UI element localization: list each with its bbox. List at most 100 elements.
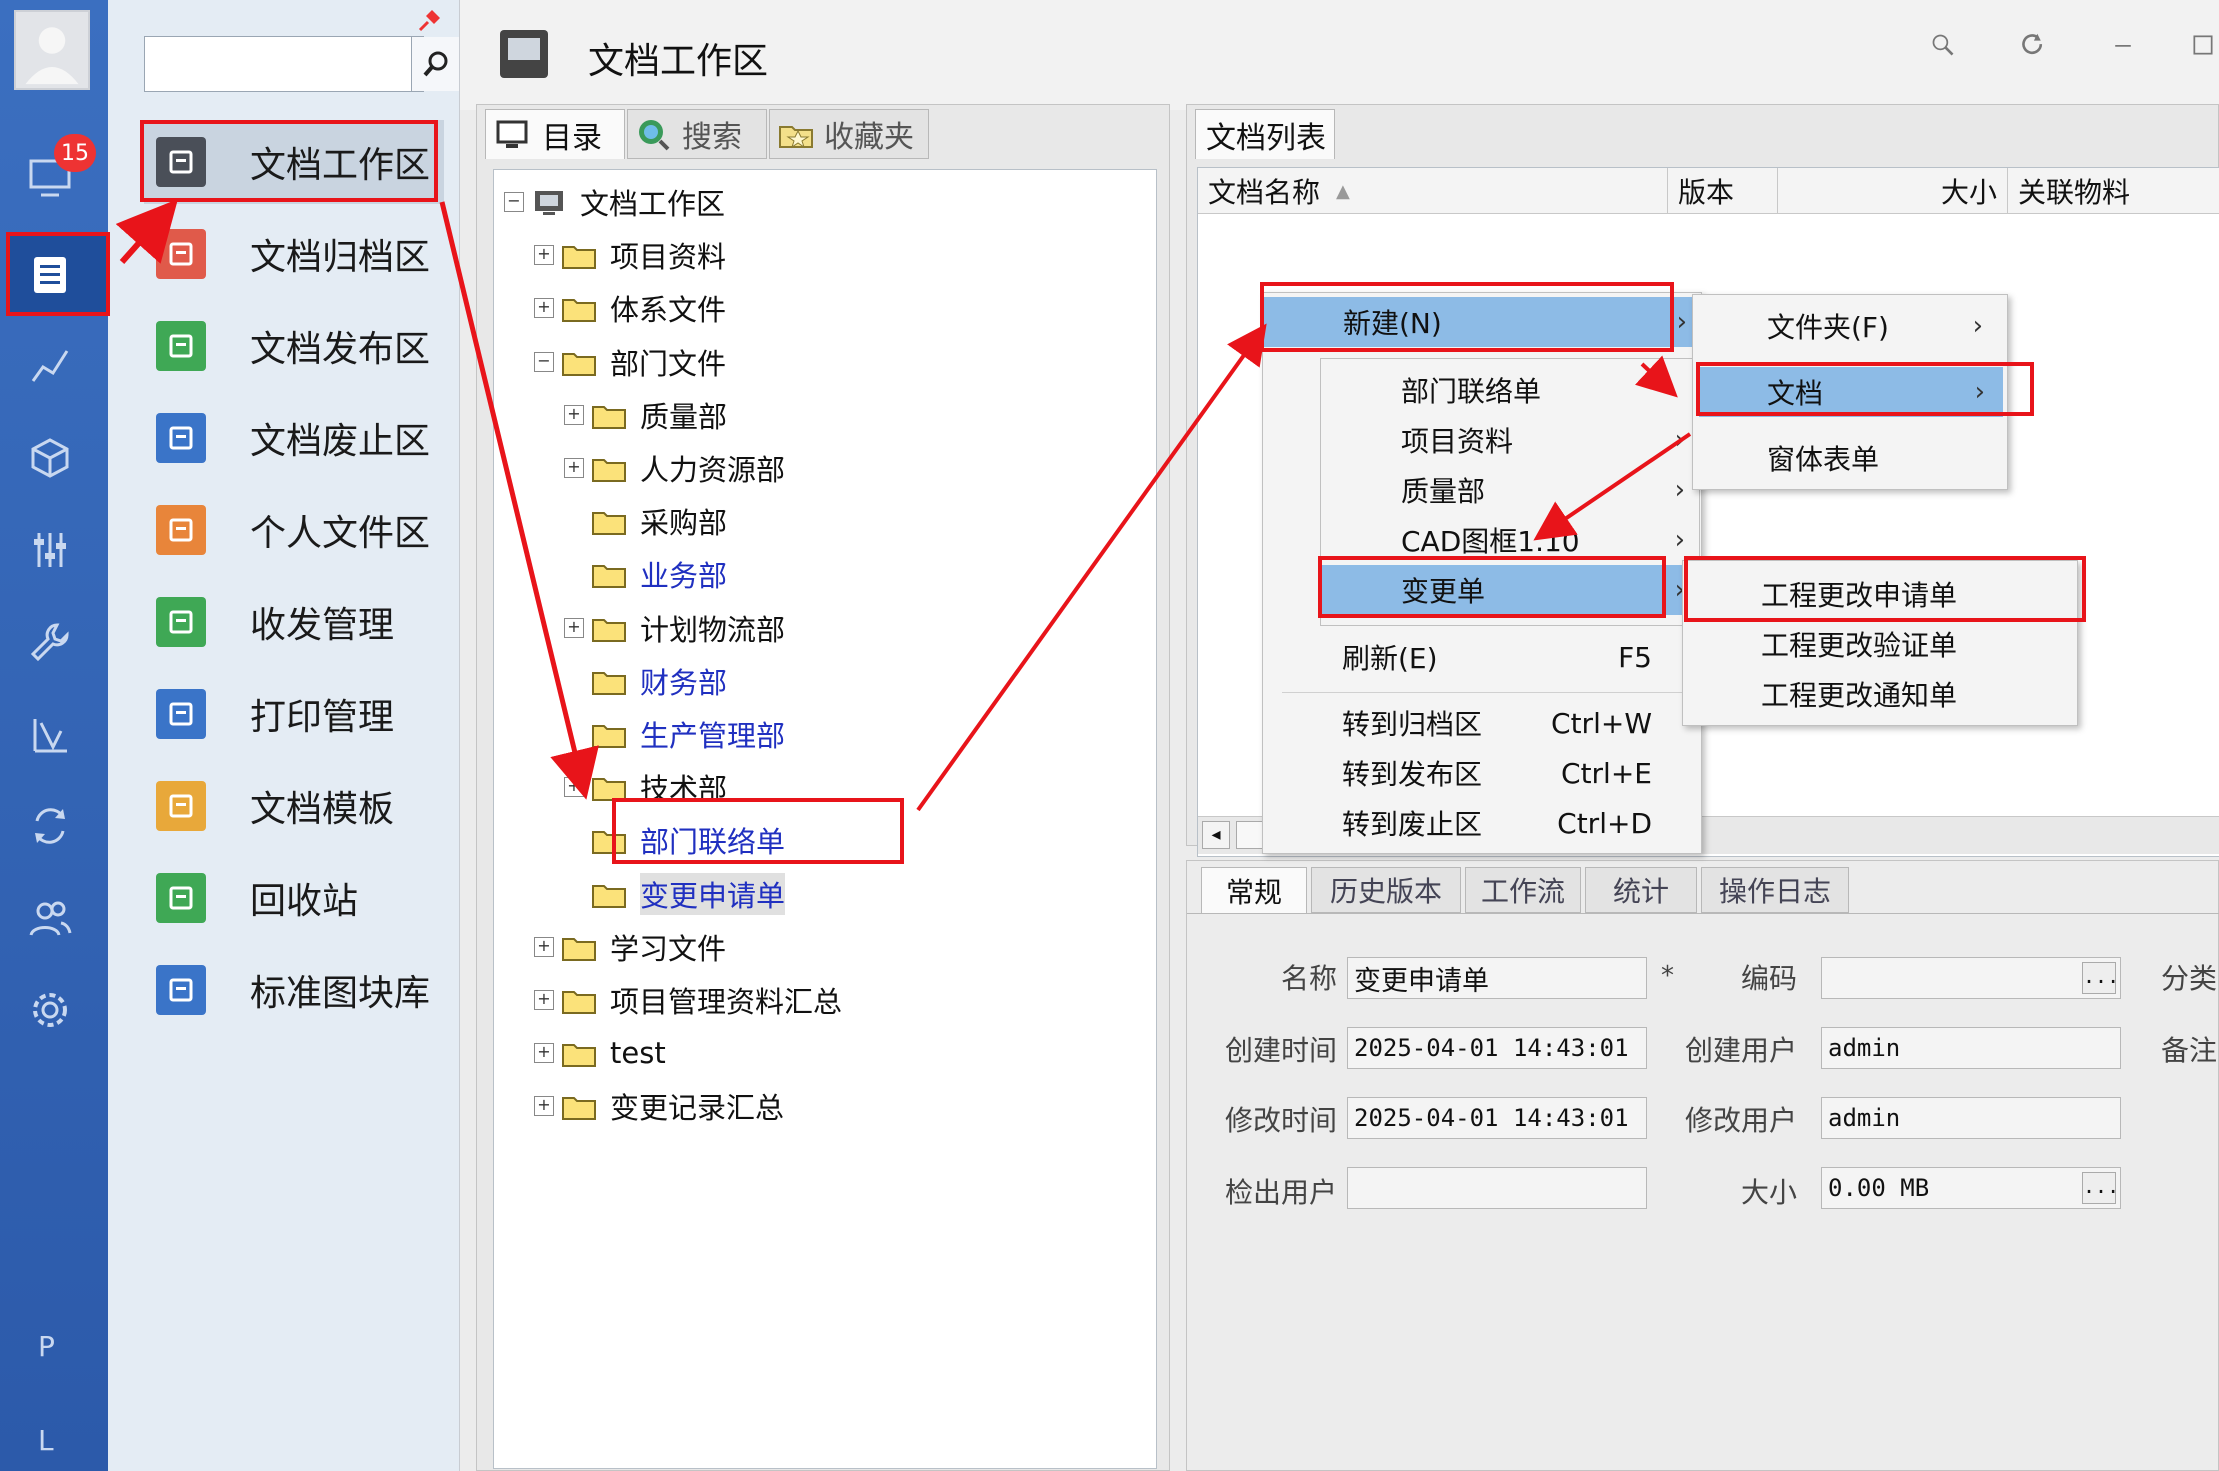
tab-directory[interactable]: 目录 bbox=[485, 109, 625, 159]
tree-node[interactable]: 生产管理部 bbox=[564, 712, 785, 756]
column-document-name[interactable]: 文档名称 ▲ bbox=[1198, 168, 1668, 214]
users-icon[interactable] bbox=[22, 890, 78, 946]
expander-icon[interactable]: + bbox=[564, 458, 584, 478]
column-version[interactable]: 版本 bbox=[1668, 168, 1778, 214]
menu-item-change-order[interactable]: 变更单 › bbox=[1321, 565, 1699, 615]
find-icon[interactable] bbox=[1930, 32, 1960, 62]
expander-icon[interactable]: + bbox=[534, 245, 554, 266]
document-list-icon[interactable] bbox=[22, 246, 78, 302]
tree-node[interactable]: + 项目资料 bbox=[534, 233, 726, 277]
minimize-icon[interactable] bbox=[2110, 32, 2140, 62]
tree-node[interactable]: + 质量部 bbox=[564, 393, 727, 437]
submenu-item-folder[interactable]: 文件夹(F) › bbox=[1693, 301, 2007, 351]
refresh-icon[interactable] bbox=[2020, 32, 2050, 62]
submenu-item-change-request[interactable]: 工程更改申请单 bbox=[1683, 569, 2077, 619]
submenu-item-change-notice[interactable]: 工程更改通知单 bbox=[1683, 669, 2077, 719]
rail-bottom-label-p[interactable]: P bbox=[38, 1330, 55, 1363]
tree-node[interactable]: + test bbox=[534, 1031, 666, 1075]
search-input[interactable] bbox=[149, 43, 405, 85]
tree-node[interactable]: + 人力资源部 bbox=[564, 446, 785, 490]
folder-icon bbox=[592, 668, 626, 695]
nav-item-3[interactable]: 文档废止区 bbox=[144, 396, 444, 480]
expander-icon[interactable]: + bbox=[534, 990, 554, 1010]
nav-item-4[interactable]: 个人文件区 bbox=[144, 488, 444, 572]
code-field[interactable]: ... bbox=[1821, 957, 2121, 999]
expander-icon[interactable]: + bbox=[564, 617, 584, 638]
nav-item-5[interactable]: 收发管理 bbox=[144, 580, 444, 664]
nav-item-8[interactable]: 回收站 bbox=[144, 856, 444, 940]
sliders-icon[interactable] bbox=[22, 522, 78, 578]
menu-item-action-2[interactable]: 转到废止区 Ctrl+D bbox=[1262, 798, 1702, 848]
nav-item-9[interactable]: 标准图块库 bbox=[144, 948, 444, 1032]
menu-item-dept-contact[interactable]: 部门联络单 bbox=[1321, 365, 1699, 415]
size-picker-button[interactable]: ... bbox=[2082, 1172, 2119, 1204]
tab-document-list[interactable]: 文档列表 bbox=[1195, 109, 1335, 159]
tree-node[interactable]: + 学习文件 bbox=[534, 925, 726, 969]
submenu-item-folder-label: 文件夹(F) bbox=[1767, 311, 1889, 344]
rail-bottom-label-l[interactable]: L bbox=[38, 1424, 54, 1457]
tree-node[interactable]: + 项目管理资料汇总 bbox=[534, 978, 842, 1022]
column-related-material[interactable]: 关联物料 bbox=[2008, 168, 2219, 214]
gear-icon[interactable] bbox=[22, 982, 78, 1038]
detail-tab-3[interactable]: 统计 bbox=[1585, 867, 1697, 913]
tab-search[interactable]: 搜索 bbox=[627, 109, 767, 159]
tree-node[interactable]: + 计划物流部 bbox=[564, 606, 785, 650]
size-field[interactable]: 0.00 MB... bbox=[1821, 1167, 2121, 1209]
menu-item-quality[interactable]: 质量部 › bbox=[1321, 465, 1699, 515]
nav-item-0[interactable]: 文档工作区 bbox=[144, 120, 444, 204]
detail-tab-1[interactable]: 历史版本 bbox=[1311, 867, 1461, 913]
tree-node[interactable]: 采购部 bbox=[564, 499, 727, 543]
tree-node[interactable]: + 体系文件 bbox=[534, 286, 726, 330]
avatar[interactable] bbox=[14, 10, 90, 90]
tree-node[interactable]: 部门联络单 bbox=[564, 818, 785, 862]
expander-icon[interactable]: − bbox=[534, 351, 554, 372]
nav-item-2[interactable]: 文档发布区 bbox=[144, 304, 444, 388]
tree-node[interactable]: + 变更记录汇总 bbox=[534, 1084, 784, 1128]
expander-icon[interactable]: + bbox=[534, 1096, 554, 1117]
menu-item-action-1[interactable]: 转到发布区 Ctrl+E bbox=[1262, 748, 1702, 798]
submenu-item-document[interactable]: 文档 › bbox=[1699, 367, 2003, 417]
menu-item-action-shortcut: Ctrl+W bbox=[1551, 706, 1652, 740]
sync-icon[interactable] bbox=[22, 798, 78, 854]
analysis-icon[interactable] bbox=[22, 706, 78, 762]
tree-node[interactable]: + 技术部 bbox=[564, 765, 727, 809]
tree-node[interactable]: 业务部 bbox=[564, 552, 727, 596]
collapse-icon[interactable]: − bbox=[504, 192, 524, 212]
trend-chart-icon[interactable] bbox=[22, 338, 78, 394]
name-field[interactable]: 变更申请单 bbox=[1347, 957, 1647, 999]
pin-icon[interactable] bbox=[416, 8, 442, 34]
menu-item-refresh[interactable]: 刷新(E) F5 bbox=[1262, 632, 1702, 682]
wrench-icon[interactable] bbox=[22, 614, 78, 670]
tree-node[interactable]: 财务部 bbox=[564, 659, 727, 703]
menu-item-cad-frame[interactable]: CAD图框1.10 › bbox=[1321, 515, 1699, 565]
cube-icon[interactable] bbox=[22, 430, 78, 486]
menu-item-action-0[interactable]: 转到归档区 Ctrl+W bbox=[1262, 698, 1702, 748]
nav-item-1[interactable]: 文档归档区 bbox=[144, 212, 444, 296]
code-picker-button[interactable]: ... bbox=[2082, 962, 2119, 994]
nav-item-7[interactable]: 文档模板 bbox=[144, 764, 444, 848]
detail-tab-2[interactable]: 工作流 bbox=[1465, 867, 1581, 913]
expander-icon[interactable]: + bbox=[564, 404, 584, 425]
tree-node[interactable]: − 文档工作区 bbox=[504, 180, 725, 224]
expander-icon[interactable]: + bbox=[564, 777, 584, 798]
submenu-item-change-verification[interactable]: 工程更改验证单 bbox=[1683, 619, 2077, 669]
column-document-name-label: 文档名称 bbox=[1208, 176, 1321, 209]
submenu-item-form[interactable]: 窗体表单 bbox=[1693, 433, 2007, 483]
tab-favorites[interactable]: 收藏夹 bbox=[769, 109, 929, 159]
menu-item-new[interactable]: 新建(N) › bbox=[1263, 297, 1701, 347]
search-button[interactable] bbox=[411, 37, 459, 91]
folder-icon bbox=[562, 1093, 596, 1121]
menu-item-project-data[interactable]: 项目资料 › bbox=[1321, 415, 1699, 465]
detail-tab-0[interactable]: 常规 bbox=[1201, 867, 1307, 913]
menu-item-new-label: 新建(N) bbox=[1343, 307, 1442, 340]
nav-item-6[interactable]: 打印管理 bbox=[144, 672, 444, 756]
column-size[interactable]: 大小 bbox=[1778, 168, 2008, 214]
tree-node[interactable]: − 部门文件 bbox=[534, 340, 726, 384]
detail-tab-4[interactable]: 操作日志 bbox=[1701, 867, 1849, 913]
expander-icon[interactable]: + bbox=[534, 298, 554, 319]
expander-icon[interactable]: + bbox=[534, 936, 554, 957]
scroll-left-button[interactable]: ◂ bbox=[1202, 821, 1230, 849]
expander-icon[interactable]: + bbox=[534, 1043, 554, 1064]
tree-node[interactable]: 变更申请单 bbox=[564, 872, 786, 916]
maximize-icon[interactable] bbox=[2190, 32, 2219, 62]
